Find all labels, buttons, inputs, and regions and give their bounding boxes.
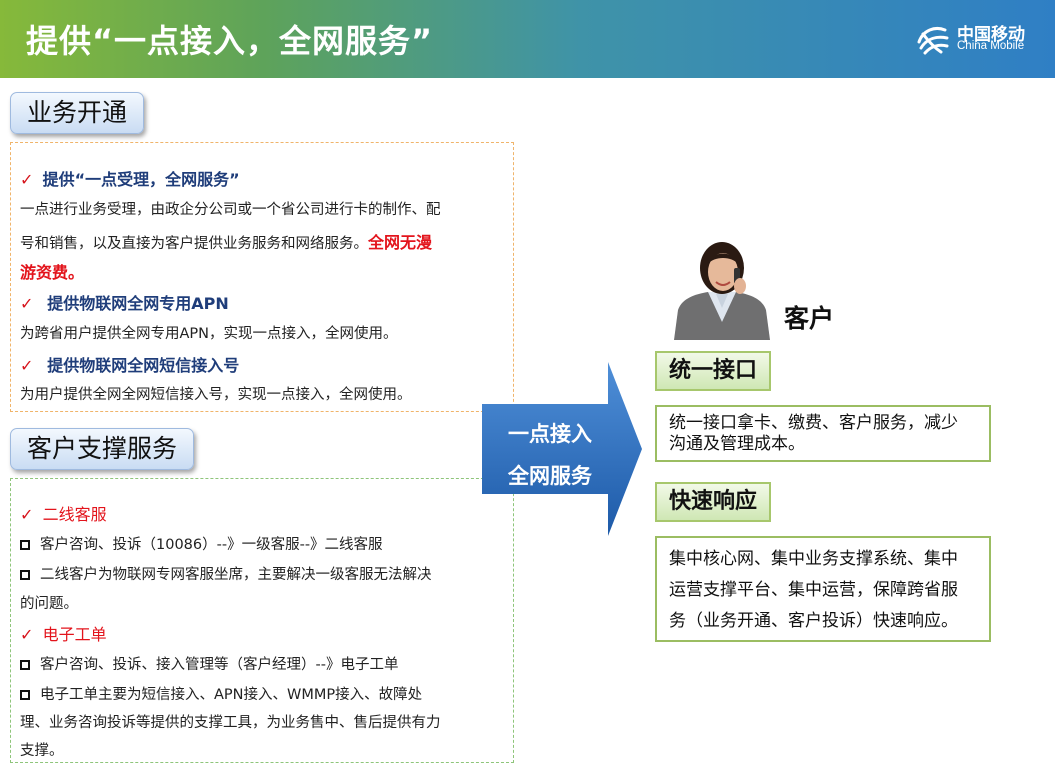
square-bullet-icon bbox=[20, 570, 30, 580]
business-opening-pill: 业务开通 bbox=[10, 92, 145, 134]
page-title: 提供“一点接入，全网服务” bbox=[26, 22, 434, 60]
business-item-1-line-2: 号和销售，以及直接为客户提供业务服务和网络服务。全网无漫 bbox=[20, 233, 433, 252]
customer-person-icon bbox=[668, 238, 776, 340]
quick-response-tag: 快速响应 bbox=[655, 482, 772, 522]
business-item-1-line-1: 一点进行业务受理，由政企分公司或一个省公司进行卡的制作、配 bbox=[20, 202, 441, 218]
support-item-1-bullet-2: 二线客户为物联网专网客服坐席，主要解决一级客服无法解决 bbox=[20, 563, 432, 584]
business-item-2-line: 为跨省用户提供全网专用APN，实现一点接入，全网使用。 bbox=[20, 326, 398, 342]
support-item-2-bullet-2-cont-2: 支撑。 bbox=[20, 743, 64, 759]
customer-label: 客户 bbox=[784, 304, 835, 333]
china-mobile-logo-icon bbox=[917, 27, 949, 55]
support-item-1-heading: ✓ 二线客服 bbox=[20, 505, 107, 524]
support-item-2-bullet-1: 客户咨询、投诉、接入管理等（客户经理）--》电子工单 bbox=[20, 653, 398, 674]
unified-interface-description: 统一接口拿卡、缴费、客户服务，减少 沟通及管理成本。 bbox=[655, 405, 991, 462]
support-item-1-bullet-2-cont: 的问题。 bbox=[20, 596, 78, 612]
highlight-no-roaming: 全网无漫 bbox=[368, 233, 433, 252]
header-banner: 提供“一点接入，全网服务” 中国移动 China Mobile bbox=[0, 0, 1055, 78]
unified-interface-tag: 统一接口 bbox=[655, 351, 772, 391]
arrow-label-line-1: 一点接入 bbox=[508, 422, 592, 446]
square-bullet-icon bbox=[20, 690, 30, 700]
check-icon: ✓ bbox=[20, 356, 34, 375]
support-item-2-bullet-2: 电子工单主要为短信接入、APN接入、WMMP接入、故障处 bbox=[20, 683, 422, 704]
check-icon: ✓ bbox=[20, 294, 34, 313]
one-point-access-arrow-icon bbox=[482, 362, 642, 536]
support-item-2-bullet-2-cont-1: 理、业务咨询投诉等提供的支撑工具，为业务售中、售后提供有力 bbox=[20, 715, 441, 731]
business-item-1-line-3: 游资费。 bbox=[20, 263, 85, 282]
china-mobile-logo: 中国移动 China Mobile bbox=[915, 18, 1033, 58]
business-item-3-line: 为用户提供全网全网短信接入号，实现一点接入，全网使用。 bbox=[20, 387, 412, 403]
support-item-1-bullet-1: 客户咨询、投诉（10086）--》一级客服--》二线客服 bbox=[20, 533, 383, 554]
business-item-3-heading: ✓ 提供物联网全网短信接入号 bbox=[20, 356, 240, 375]
square-bullet-icon bbox=[20, 660, 30, 670]
logo-text-en: China Mobile bbox=[957, 40, 1025, 52]
business-item-2-heading: ✓ 提供物联网全网专用APN bbox=[20, 294, 229, 313]
customer-support-pill: 客户支撑服务 bbox=[10, 428, 195, 470]
arrow-label-line-2: 全网服务 bbox=[508, 464, 592, 488]
square-bullet-icon bbox=[20, 540, 30, 550]
support-item-2-heading: ✓ 电子工单 bbox=[20, 625, 107, 644]
check-icon: ✓ bbox=[20, 625, 34, 644]
business-item-1-heading: ✓ 提供“一点受理，全网服务” bbox=[20, 170, 240, 189]
check-icon: ✓ bbox=[20, 170, 34, 189]
check-icon: ✓ bbox=[20, 505, 34, 524]
quick-response-description: 集中核心网、集中业务支撑系统、集中 运营支撑平台、集中运营，保障跨省服 务（业务… bbox=[655, 536, 991, 642]
